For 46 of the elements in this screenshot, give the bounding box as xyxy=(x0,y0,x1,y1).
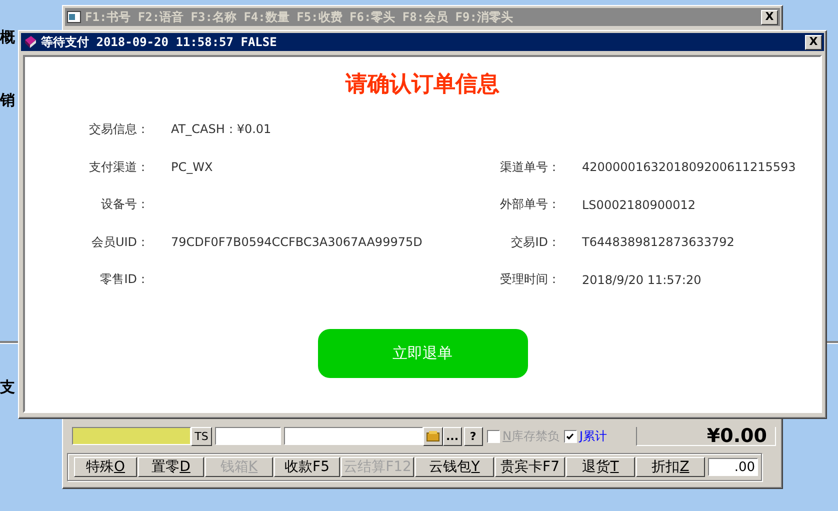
action-button[interactable]: 置零D xyxy=(138,457,204,477)
close-button[interactable]: X xyxy=(761,10,778,24)
action-button[interactable]: 贵宾卡F7 xyxy=(495,457,565,477)
dialog-heading: 请确认订单信息 xyxy=(346,71,500,99)
field-value: PC_WX xyxy=(171,160,214,174)
field-label: 外部单号： xyxy=(500,196,560,214)
input-field[interactable] xyxy=(215,427,281,445)
field-value: AT_CASH：¥0.01 xyxy=(171,121,272,138)
field-value: T6448389812873633792 xyxy=(582,235,736,250)
checkbox[interactable] xyxy=(564,430,577,442)
field-label: 交易ID： xyxy=(511,234,560,251)
box-icon xyxy=(426,430,440,442)
field-label: 会员UID： xyxy=(91,234,149,251)
input-field[interactable] xyxy=(72,427,191,445)
field-label: 交易信息： xyxy=(89,121,149,138)
window-title: F1:书号 F2:语音 F3:名称 F4:数量 F5:收费 F6:零头 F8:会员 F9:消零头 xyxy=(85,8,514,26)
field-label: 支付渠道： xyxy=(89,158,149,176)
check-icon xyxy=(566,432,574,440)
cut-off-label: 支 xyxy=(0,378,15,397)
action-button[interactable]: 云钱包Y xyxy=(415,457,494,477)
window-title: 等待支付 2018-09-20 11:58:57 FALSE xyxy=(41,34,278,50)
action-button[interactable]: 特殊O xyxy=(74,457,137,477)
discount-field[interactable]: .00 xyxy=(708,458,758,476)
cut-off-label: 概 xyxy=(0,28,15,47)
field-value: 2018/9/20 11:57:20 xyxy=(582,272,702,287)
field-label: 设备号： xyxy=(101,196,149,214)
window-icon xyxy=(67,11,81,23)
more-button[interactable]: ... xyxy=(443,426,462,446)
field-label: 渠道单号： xyxy=(500,158,560,176)
field-label: 零售ID： xyxy=(100,271,149,288)
field-value: 4200000163201809200611215593 xyxy=(582,160,797,174)
help-button[interactable]: ? xyxy=(464,426,483,446)
action-button[interactable]: 退货T xyxy=(566,457,635,477)
book-icon xyxy=(23,35,37,49)
field-value: 79CDF0F7B0594CCFBC3A3067AA99975D xyxy=(171,235,424,250)
action-button[interactable]: 收款F5 xyxy=(274,457,340,477)
ts-button[interactable]: TS xyxy=(191,426,212,446)
field-value: LS0002180900012 xyxy=(582,198,697,212)
close-button[interactable]: X xyxy=(805,34,822,50)
checkbox-label: N库存禁负 xyxy=(502,428,560,444)
checkbox-label: J累计 xyxy=(580,428,608,444)
action-button[interactable]: 折扣Z xyxy=(636,457,705,477)
input-field[interactable] xyxy=(284,427,423,445)
total-amount: ¥0.00 xyxy=(706,424,767,446)
field-label: 受理时间： xyxy=(500,271,560,288)
box-button[interactable] xyxy=(423,426,443,446)
